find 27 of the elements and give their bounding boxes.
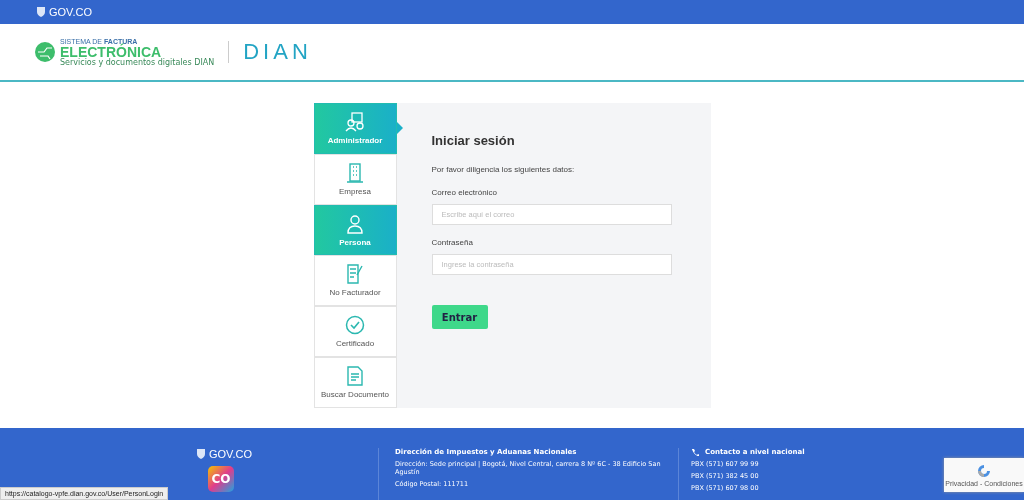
gov-co-logo[interactable]: GOV.CO <box>49 6 92 18</box>
sidebar-tab[interactable]: Certificado <box>313 306 397 358</box>
sidebar-tab[interactable]: Buscar Documento <box>313 357 397 408</box>
person-icon <box>345 213 365 234</box>
building-icon <box>345 162 365 183</box>
recaptcha-icon <box>976 462 992 479</box>
shield-icon <box>196 448 206 460</box>
check-badge-icon <box>345 315 365 336</box>
logo-subtitle: ELECTRÓNICA <box>60 44 162 59</box>
circuit-globe-icon <box>34 41 56 63</box>
sidebar-tab[interactable]: Empresa <box>313 153 397 205</box>
document-icon <box>345 366 365 387</box>
dian-logo: DIAN <box>243 39 312 65</box>
field-label: Correo electrónico <box>431 188 498 197</box>
gov-co-logo[interactable]: GOV.CO <box>209 448 252 460</box>
tab-pointer <box>396 122 403 134</box>
admin-panel-icon <box>345 111 365 132</box>
shield-icon <box>36 6 46 18</box>
sidebar-tab[interactable]: No Facturador <box>313 255 397 307</box>
login-button[interactable]: Entrar <box>431 305 488 329</box>
phone-icon <box>691 448 699 456</box>
colombia-logo: CO <box>208 466 234 492</box>
form-title: Iniciar sesión <box>431 133 516 148</box>
document-pen-icon <box>345 264 365 285</box>
logo-tagline: Servicios y documentos digitales DIAN <box>60 58 215 67</box>
form-instructions: Por favor diligencia los siguientes datos: <box>431 165 576 174</box>
field-label: Contraseña <box>431 238 474 247</box>
